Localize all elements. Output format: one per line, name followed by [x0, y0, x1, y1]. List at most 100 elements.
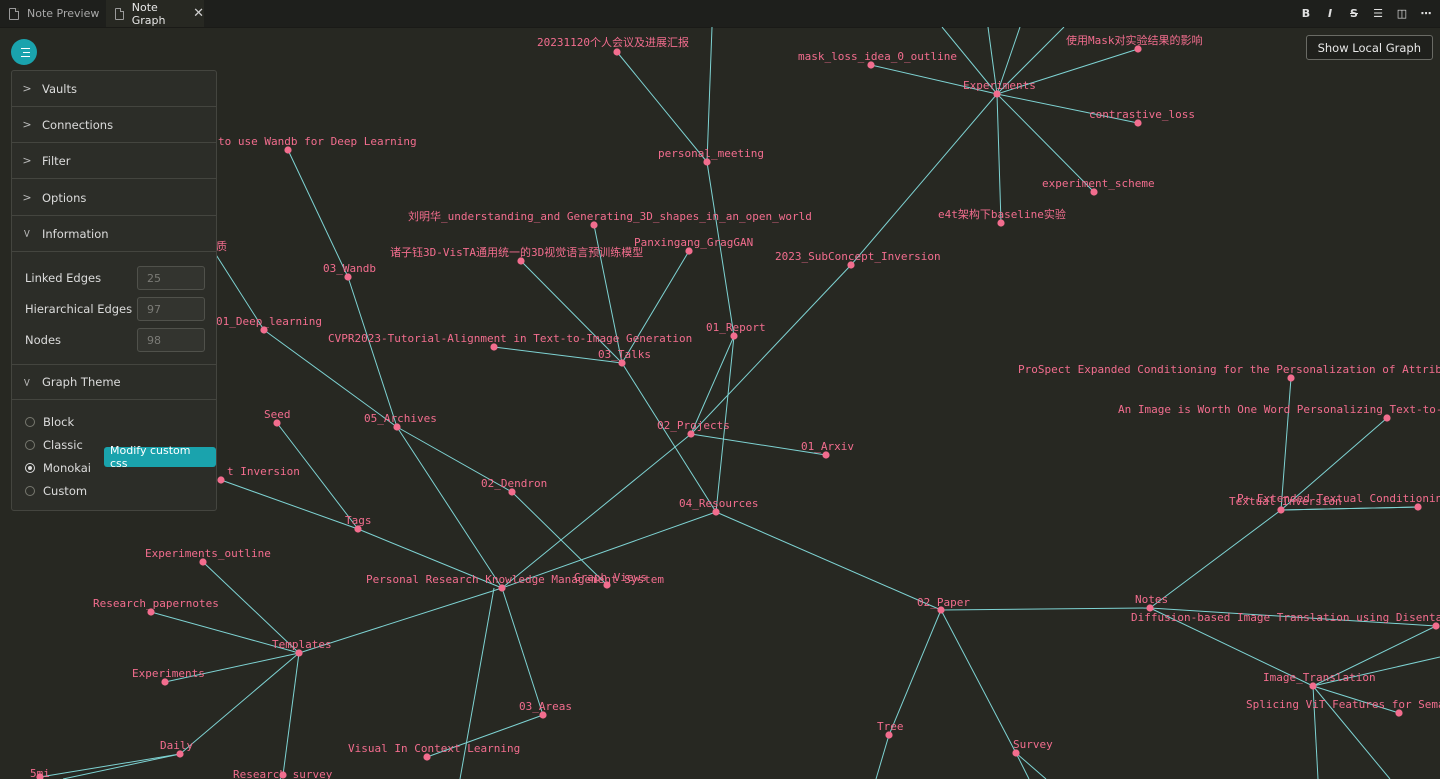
graph-node-20231120[interactable]: 20231120个人会议及进展汇报: [537, 35, 689, 56]
graph-edge: [940, 609, 1017, 754]
graph-node-areas[interactable]: 03_Areas: [519, 700, 572, 719]
graph-node-dendron[interactable]: 02_Dendron: [481, 477, 547, 496]
node-label: 01_Deep_learning: [216, 315, 322, 328]
graph-node-paper[interactable]: 02_Paper: [917, 596, 970, 614]
graph-node-daily[interactable]: Daily: [160, 739, 193, 758]
graph-node-e4t[interactable]: e4t架构下baseline实验: [938, 207, 1066, 227]
graph-node-survey[interactable]: Survey: [1012, 738, 1053, 757]
graph-node-research_survey[interactable]: Research_survey: [233, 768, 333, 779]
graph-node-pangan[interactable]: Panxingang_GragGAN: [634, 236, 753, 255]
section-connections[interactable]: > Connections: [12, 107, 216, 143]
graph-node-zhu[interactable]: 诸子钰3D-VisTA通用统一的3D视觉语言预训练模型: [390, 245, 643, 265]
graph-node-seed[interactable]: Seed: [264, 408, 291, 427]
theme-radio-custom[interactable]: Custom: [25, 482, 87, 500]
graph-node-mask[interactable]: 使用Mask对实验结果的影响: [1066, 33, 1203, 53]
graph-node-personal[interactable]: personal_meeting: [658, 147, 764, 166]
graph-node-deep[interactable]: 01_Deep_learning: [216, 315, 322, 334]
node-label: mask_loss_idea_0_outline: [798, 50, 957, 63]
tab-bar: Note Preview Note Graph ✕ B I S ☰ ◫ ⋯: [0, 0, 1440, 28]
graph-node-inversion[interactable]: t Inversion: [217, 465, 300, 484]
graph-node-report[interactable]: 01_Report: [706, 321, 766, 340]
section-label: Vaults: [42, 81, 78, 96]
bold-icon[interactable]: B: [1300, 7, 1312, 20]
radio-label: Monokai: [43, 461, 91, 475]
chevron-right-icon: >: [22, 118, 32, 131]
graph-node-oneword[interactable]: An Image is Worth One Word Personalizing…: [1118, 403, 1440, 422]
document-icon: [115, 7, 124, 20]
graph-node-prospect[interactable]: ProSpect Expanded Conditioning for the P…: [1018, 363, 1440, 382]
tab-label: Note Graph: [131, 0, 166, 27]
graph-node-5mi[interactable]: 5mi: [30, 767, 50, 779]
tab-note-graph[interactable]: Note Graph ✕: [106, 0, 204, 27]
node-label: experiment_scheme: [1042, 177, 1155, 190]
graph-node-diffusion[interactable]: Diffusion-based Image Translation using …: [1131, 611, 1440, 630]
graph-node-scheme[interactable]: experiment_scheme: [1042, 177, 1155, 196]
menu-icon: [19, 47, 30, 57]
node-label: Seed: [264, 408, 291, 421]
graph-edge: [287, 149, 349, 278]
node-label: 使用Mask对实验结果的影响: [1066, 33, 1203, 47]
graph-node-archives[interactable]: 05_Archives: [364, 412, 437, 431]
graph-edge: [1149, 509, 1282, 609]
graph-node-maskloss[interactable]: mask_loss_idea_0_outline: [798, 50, 957, 69]
nodes-row: Nodes 98: [25, 327, 205, 353]
graph-node-experiments[interactable]: Experiments: [963, 79, 1036, 98]
graph-node-splicing[interactable]: Splicing ViT Features for Semant: [1246, 698, 1440, 717]
graph-node-tree[interactable]: Tree: [877, 720, 904, 739]
graph-menu-button[interactable]: [11, 39, 37, 65]
graph-node-imgtrans[interactable]: Image_Translation: [1263, 671, 1376, 690]
theme-radio-monokai[interactable]: Monokai: [25, 459, 91, 477]
section-graph-theme[interactable]: > Graph Theme: [12, 364, 216, 400]
graph-node-subconcept[interactable]: 2023_SubConcept_Inversion: [775, 250, 941, 269]
graph-node-projects[interactable]: 02_Projects: [657, 419, 730, 438]
node-label: Panxingang_GragGAN: [634, 236, 753, 249]
tab-note-preview[interactable]: Note Preview: [0, 0, 106, 27]
node-label: Experiments: [963, 79, 1036, 92]
split-view-icon[interactable]: ◫: [1396, 7, 1408, 20]
graph-node-contrastive[interactable]: contrastive_loss: [1089, 108, 1195, 127]
node-label: Research_papernotes: [93, 597, 219, 610]
node-label: 5mi: [30, 767, 50, 779]
graph-node-resources[interactable]: 04_Resources: [679, 497, 758, 516]
graph-node-exp_outline[interactable]: Experiments_outline: [145, 547, 271, 566]
node-label: Image_Translation: [1263, 671, 1376, 684]
show-local-graph-button[interactable]: Show Local Graph: [1305, 35, 1433, 60]
graph-node-liu[interactable]: 刘明华_understanding_and Generating_3D_shap…: [408, 209, 812, 229]
node-label: Survey: [1013, 738, 1053, 751]
graph-node-tags[interactable]: Tags: [345, 514, 372, 533]
graph-edge: [706, 161, 735, 337]
hierarchical-edges-row: Hierarchical Edges 97: [25, 296, 205, 322]
graph-node-templates[interactable]: Templates: [272, 638, 332, 657]
node-label: 刘明华_understanding_and Generating_3D_shap…: [408, 209, 812, 223]
strikethrough-icon[interactable]: S: [1348, 7, 1360, 20]
document-icon: [9, 7, 19, 20]
section-vaults[interactable]: > Vaults: [12, 71, 216, 107]
list-icon[interactable]: ☰: [1372, 7, 1384, 20]
graph-node-research_notes[interactable]: Research_papernotes: [93, 597, 219, 616]
graph-node-visual[interactable]: Visual In Context Learning: [348, 742, 520, 761]
node-label: 02_Projects: [657, 419, 730, 432]
node-label: CVPR2023-Tutorial-Alignment in Text-to-I…: [328, 332, 692, 345]
graph-edge: [850, 93, 998, 266]
graph-edge: [621, 250, 690, 364]
node-label: personal_meeting: [658, 147, 764, 160]
close-icon[interactable]: ✕: [193, 6, 204, 21]
node-label: 01_Report: [706, 321, 766, 334]
modify-custom-css-button[interactable]: Modify custom css: [104, 444, 216, 470]
italic-icon[interactable]: I: [1324, 7, 1336, 20]
more-icon[interactable]: ⋯: [1420, 7, 1432, 20]
graph-node-wandb[interactable]: 03_Wandb: [323, 262, 376, 281]
graph-node-wandb_howto[interactable]: to use Wandb for Deep Learning: [218, 135, 417, 154]
section-filter[interactable]: > Filter: [12, 143, 216, 179]
graph-node-exp2[interactable]: Experiments: [132, 667, 205, 686]
theme-radio-block[interactable]: Block: [25, 413, 74, 431]
graph-node-arxiv[interactable]: 01_Arxiv: [801, 440, 854, 459]
section-options[interactable]: > Options: [12, 180, 216, 216]
node-dot[interactable]: [613, 48, 621, 56]
section-information[interactable]: > Information: [12, 216, 216, 252]
section-label: Filter: [42, 153, 71, 168]
graph-node-talks[interactable]: 03_Talks: [598, 348, 651, 367]
node-dot[interactable]: [217, 476, 225, 484]
theme-radio-classic[interactable]: Classic: [25, 436, 83, 454]
chevron-right-icon: >: [22, 154, 32, 167]
